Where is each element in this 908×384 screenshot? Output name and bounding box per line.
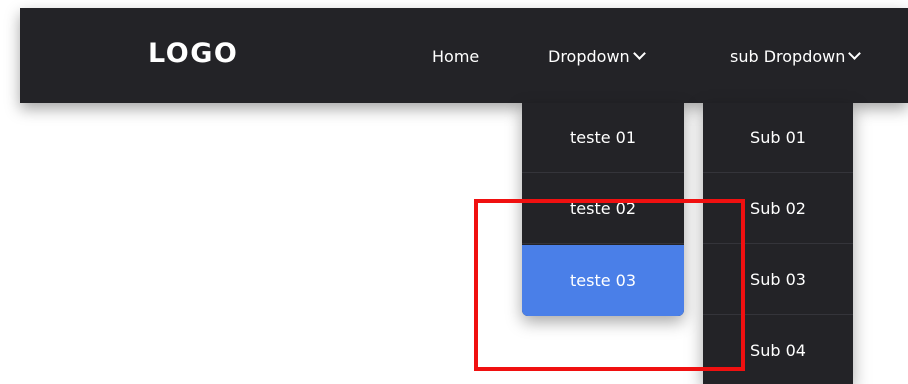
sub-dropdown-item-sub-04[interactable]: Sub 04 xyxy=(703,316,853,384)
nav-link-label: Dropdown xyxy=(548,47,630,66)
chevron-down-icon xyxy=(632,47,646,60)
sub-dropdown-item-sub-03[interactable]: Sub 03 xyxy=(703,245,853,315)
menu-item-label: teste 01 xyxy=(569,128,636,147)
nav-link-label: sub Dropdown xyxy=(730,47,846,66)
dropdown-item-teste-03[interactable]: teste 03 xyxy=(522,245,684,316)
page: LOGO Home Dropdown sub Dropdown teste 01… xyxy=(0,0,908,384)
menu-item-label: Sub 03 xyxy=(750,270,806,289)
sub-dropdown-item-sub-01[interactable]: Sub 01 xyxy=(703,103,853,173)
sub-dropdown-item-sub-02[interactable]: Sub 02 xyxy=(703,174,853,244)
menu-item-label: teste 02 xyxy=(569,199,636,218)
nav-link-label: Home xyxy=(432,47,480,66)
menu-item-label: Sub 04 xyxy=(750,341,806,360)
dropdown-item-teste-02[interactable]: teste 02 xyxy=(522,174,684,244)
nav-link-sub-dropdown[interactable]: sub Dropdown xyxy=(730,47,862,66)
menu-item-label: Sub 01 xyxy=(750,128,806,147)
nav-link-dropdown[interactable]: Dropdown xyxy=(548,47,646,66)
navbar: LOGO Home Dropdown sub Dropdown xyxy=(20,8,908,103)
menu-item-label: Sub 02 xyxy=(750,199,806,218)
dropdown-menu: teste 01 teste 02 teste 03 xyxy=(522,103,684,316)
logo[interactable]: LOGO xyxy=(148,38,238,69)
nav-link-home[interactable]: Home xyxy=(432,47,479,66)
sub-dropdown-menu: Sub 01 Sub 02 Sub 03 Sub 04 xyxy=(703,103,853,384)
menu-item-label: teste 03 xyxy=(569,271,636,290)
chevron-down-icon xyxy=(848,47,862,60)
dropdown-item-teste-01[interactable]: teste 01 xyxy=(522,103,684,173)
